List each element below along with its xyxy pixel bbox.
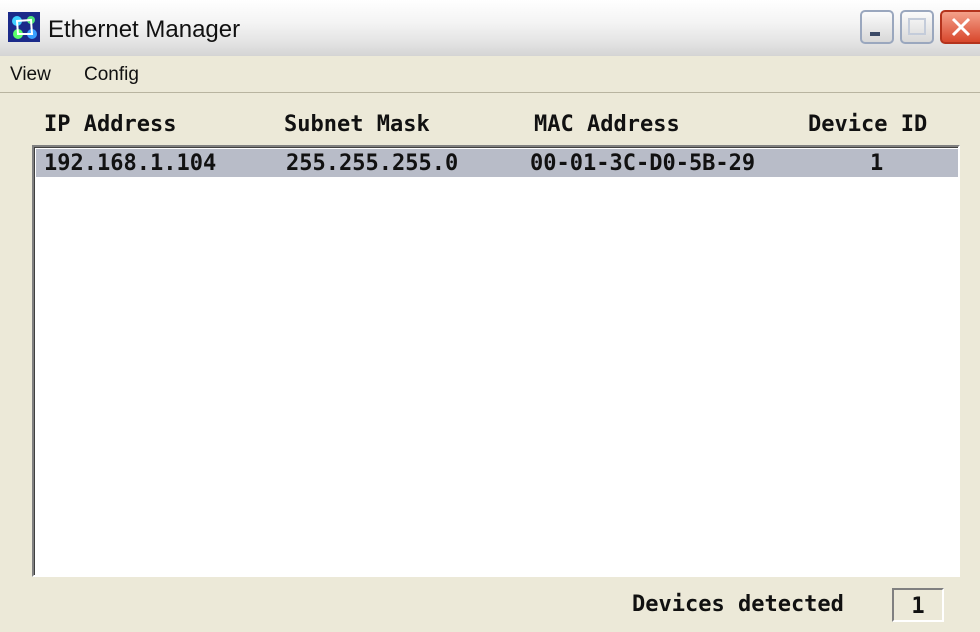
devices-detected-value: 1 — [911, 594, 925, 619]
cell-ip-address: 192.168.1.104 — [44, 151, 217, 176]
menu-config[interactable]: Config — [84, 64, 139, 86]
column-header-subnet-mask[interactable]: Subnet Mask — [284, 112, 430, 137]
column-header-mac-address[interactable]: MAC Address — [534, 112, 680, 137]
minimize-icon — [870, 32, 880, 36]
close-icon — [951, 17, 971, 37]
network-app-icon[interactable] — [8, 12, 40, 42]
cell-mac-address: 00-01-3C-D0-5B-29 — [530, 151, 756, 176]
device-row[interactable]: 192.168.1.104 255.255.255.0 00-01-3C-D0-… — [36, 149, 958, 177]
menu-view[interactable]: View — [10, 64, 51, 86]
column-header-ip-address[interactable]: IP Address — [44, 112, 176, 137]
devices-detected-label: Devices detected — [632, 592, 844, 617]
ethernet-manager-window: Ethernet Manager View Config IP Address … — [0, 0, 980, 632]
menu-bar: View Config — [0, 56, 980, 93]
devices-detected-field: 1 — [892, 588, 944, 622]
title-bar[interactable]: Ethernet Manager — [0, 0, 980, 57]
window-title: Ethernet Manager — [48, 16, 241, 43]
cell-device-id: 1 — [870, 151, 884, 176]
maximize-button[interactable] — [900, 10, 934, 44]
device-list[interactable]: 192.168.1.104 255.255.255.0 00-01-3C-D0-… — [32, 145, 960, 577]
column-header-device-id[interactable]: Device ID — [808, 112, 927, 137]
cell-subnet-mask: 255.255.255.0 — [286, 151, 459, 176]
close-button[interactable] — [940, 10, 980, 44]
minimize-button[interactable] — [860, 10, 894, 44]
maximize-icon — [908, 18, 926, 35]
